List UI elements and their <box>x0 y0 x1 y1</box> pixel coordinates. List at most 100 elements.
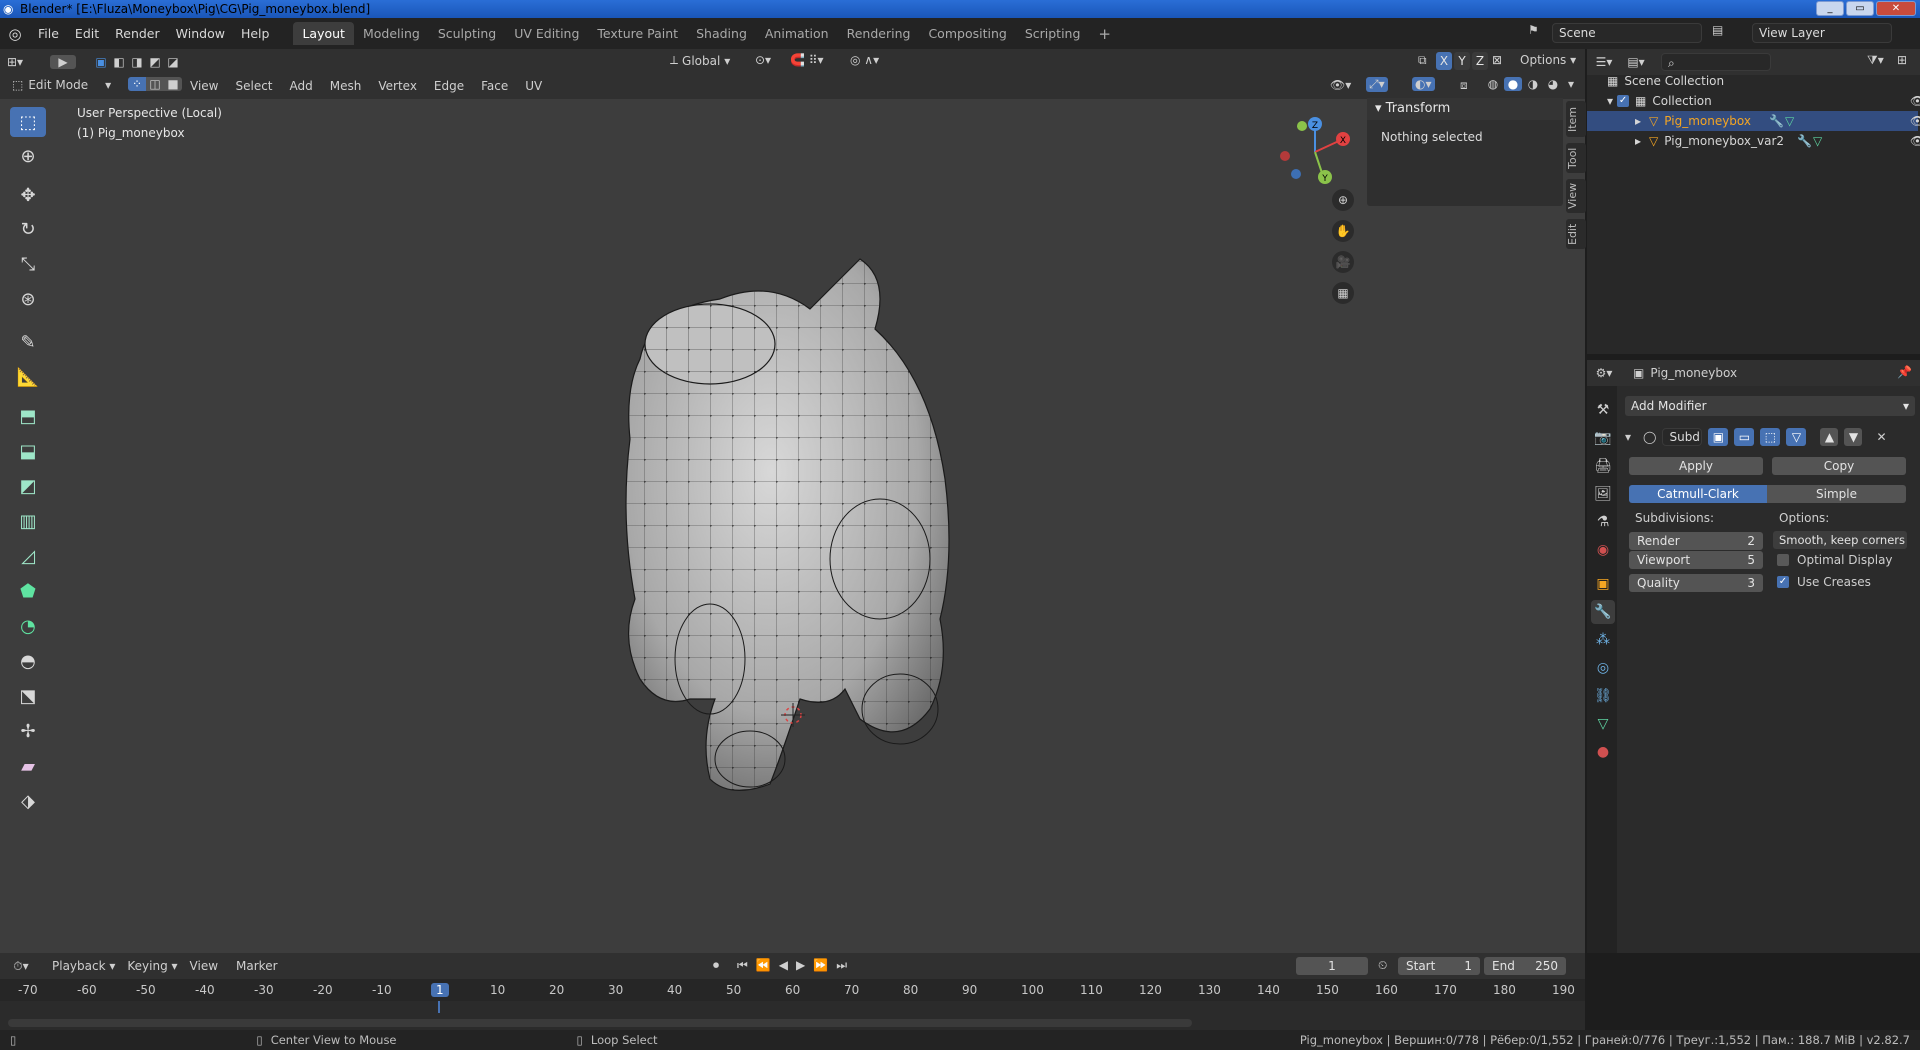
quality-field[interactable]: Quality 3 <box>1629 574 1763 592</box>
prev-keyframe-icon[interactable]: ⏪ <box>756 958 771 973</box>
rip-region-tool[interactable]: ⬗ <box>10 786 46 816</box>
transform-orientation[interactable]: ⟂ Global ▾ <box>670 53 730 68</box>
smooth-tool[interactable]: ◓ <box>10 646 46 676</box>
material-props-icon[interactable]: ● <box>1591 740 1615 764</box>
mesh-data-icon[interactable]: ▽ <box>1813 134 1822 148</box>
face-select-icon[interactable]: ■ <box>164 77 182 91</box>
copy-button[interactable]: Copy <box>1772 457 1906 475</box>
menu-edit[interactable]: Edit <box>67 26 107 41</box>
pivot-icon[interactable]: ⊙▾ <box>755 53 771 67</box>
checkbox-off[interactable] <box>1777 554 1789 566</box>
menu-face[interactable]: Face <box>481 79 508 93</box>
tool-settings-icon[interactable]: ⚒ <box>1591 398 1615 422</box>
remove-modifier-icon[interactable]: ✕ <box>1876 430 1886 444</box>
mode-new-icon[interactable]: ▣ <box>92 55 110 69</box>
cursor-tool[interactable]: ⊕ <box>10 141 46 171</box>
catmull-clark-button[interactable]: Catmull-Clark <box>1629 485 1767 503</box>
xray-icon[interactable]: ⧈ <box>1460 78 1468 93</box>
scene-props-icon[interactable]: ⚗ <box>1591 510 1615 534</box>
outliner-search-input[interactable]: ⌕ <box>1661 53 1771 71</box>
ortho-toggle-icon[interactable]: ▦ <box>1332 282 1354 304</box>
eye-icon[interactable]: 👁 <box>1910 114 1920 128</box>
gizmo-toggle-icon[interactable]: ⤢▾ <box>1366 77 1388 92</box>
annotate-tool[interactable]: ✎ <box>10 327 46 357</box>
tab-sculpting[interactable]: Sculpting <box>429 22 505 45</box>
navigation-gizmo[interactable]: Z X Y <box>1275 114 1355 189</box>
move-down-icon[interactable]: ▼ <box>1844 428 1863 446</box>
play-reverse-icon[interactable]: ◀ <box>779 958 788 973</box>
menu-view[interactable]: View <box>190 79 218 93</box>
apply-button[interactable]: Apply <box>1629 457 1763 475</box>
expand-icon[interactable]: ▾ <box>1607 94 1613 108</box>
constraints-props-icon[interactable]: ⛓ <box>1591 684 1615 708</box>
tab-shading[interactable]: Shading <box>687 22 756 45</box>
view-layer-field[interactable]: View Layer <box>1752 23 1892 43</box>
tab-tool[interactable]: Tool <box>1566 143 1586 173</box>
tab-view[interactable]: View <box>1566 179 1586 213</box>
tab-layout[interactable]: Layout <box>293 22 354 45</box>
tab-edit[interactable]: Edit <box>1566 219 1586 249</box>
auto-merge-icon[interactable]: ⊠ <box>1492 53 1502 67</box>
rotate-tool[interactable]: ↻ <box>10 214 46 244</box>
add-workspace-icon[interactable]: + <box>1089 21 1120 47</box>
outliner-row-collection[interactable]: ▾ ✓ ▦ Collection 👁 <box>1607 91 1920 111</box>
on-cage-toggle-icon[interactable]: ▽ <box>1786 428 1807 446</box>
start-frame-field[interactable]: Start 1 <box>1398 957 1480 975</box>
expand-icon[interactable]: ▸ <box>1635 114 1641 128</box>
outliner-row-scene-collection[interactable]: ▦ Scene Collection <box>1607 71 1920 91</box>
menu-add[interactable]: Add <box>290 79 313 93</box>
pan-hand-icon[interactable]: ✋ <box>1332 220 1354 242</box>
knife-tool[interactable]: ◿ <box>10 541 46 571</box>
view-layer-props-icon[interactable]: 🖼 <box>1591 482 1615 506</box>
output-props-icon[interactable]: 🖨 <box>1591 454 1615 478</box>
menu-render[interactable]: Render <box>107 26 168 41</box>
overlay-toggle-icon[interactable]: ◐▾ <box>1412 77 1435 91</box>
menu-window[interactable]: Window <box>168 26 233 41</box>
render-levels-field[interactable]: Render 2 <box>1629 532 1763 550</box>
new-collection-icon[interactable]: ⊞ <box>1897 53 1907 67</box>
realtime-toggle-icon[interactable]: ▭ <box>1734 428 1755 446</box>
3d-viewport[interactable]: ⊞▾ ▶ ▣ ◧ ◨ ◩ ◪ ⟂ Global ▾ ⊙▾ 🧲 ⠿▾ ◎ ∧▾ ⧉… <box>0 49 1586 953</box>
zoom-icon[interactable]: ⊕ <box>1332 189 1354 211</box>
eye-icon[interactable]: 👁 <box>1910 94 1920 108</box>
use-creases-checkbox[interactable]: ✓ Use Creases <box>1777 575 1871 589</box>
tab-texture-paint[interactable]: Texture Paint <box>588 22 687 45</box>
shrink-fatten-tool[interactable]: ✢ <box>10 716 46 746</box>
axis-z-toggle[interactable]: Z <box>1472 52 1488 70</box>
select-box-tool[interactable]: ⬚ <box>10 107 46 137</box>
mode-selector[interactable]: ⬚ Edit Mode ▾ <box>12 78 111 92</box>
proportional-edit-icon[interactable]: ◎ ∧▾ <box>850 53 879 67</box>
next-keyframe-icon[interactable]: ⏩ <box>813 958 828 973</box>
transform-tool[interactable]: ⊛ <box>10 284 46 314</box>
optimal-display-checkbox[interactable]: Optimal Display <box>1777 553 1893 567</box>
maximize-button[interactable]: ▭ <box>1846 1 1874 16</box>
current-frame-marker[interactable]: 1 <box>431 983 449 997</box>
filter-icon[interactable]: ⧩▾ <box>1867 53 1884 68</box>
pig-mesh[interactable] <box>600 239 980 799</box>
menu-view[interactable]: View <box>190 959 218 973</box>
render-toggle-icon[interactable]: ⬚ <box>1760 428 1781 446</box>
collapse-icon[interactable]: ▾ <box>1625 430 1631 444</box>
tab-rendering[interactable]: Rendering <box>838 22 920 45</box>
shear-tool[interactable]: ▰ <box>10 751 46 781</box>
object-props-icon[interactable]: ▣ <box>1591 572 1615 596</box>
menu-uv[interactable]: UV <box>525 79 542 93</box>
measure-tool[interactable]: 📐 <box>10 362 46 392</box>
extrude-tool[interactable]: ⬒ <box>10 401 46 431</box>
menu-keying[interactable]: Keying ▾ <box>127 959 177 973</box>
outliner-row-pig-moneybox-var2[interactable]: ▸ ▽ Pig_moneybox_var2 🔧 ▽ 👁 <box>1587 131 1920 151</box>
minimize-button[interactable]: _ <box>1816 1 1844 16</box>
current-frame-field[interactable]: 1 <box>1296 957 1368 975</box>
play-icon[interactable]: ▶ <box>796 958 805 973</box>
mesh-data-props-icon[interactable]: ▽ <box>1591 712 1615 736</box>
solid-shading-icon[interactable]: ● <box>1504 77 1522 91</box>
collection-checkbox[interactable]: ✓ <box>1617 95 1630 107</box>
camera-view-icon[interactable]: 🎥 <box>1332 251 1354 273</box>
display-mode-icon[interactable]: ▤▾ <box>1621 55 1651 69</box>
end-frame-field[interactable]: End 250 <box>1484 957 1566 975</box>
checkbox-on[interactable]: ✓ <box>1777 576 1789 588</box>
close-button[interactable]: ✕ <box>1876 1 1916 16</box>
tab-modeling[interactable]: Modeling <box>354 22 429 45</box>
scene-field[interactable]: Scene <box>1552 23 1702 43</box>
editor-type-icon[interactable]: ⚙▾ <box>1587 366 1621 380</box>
